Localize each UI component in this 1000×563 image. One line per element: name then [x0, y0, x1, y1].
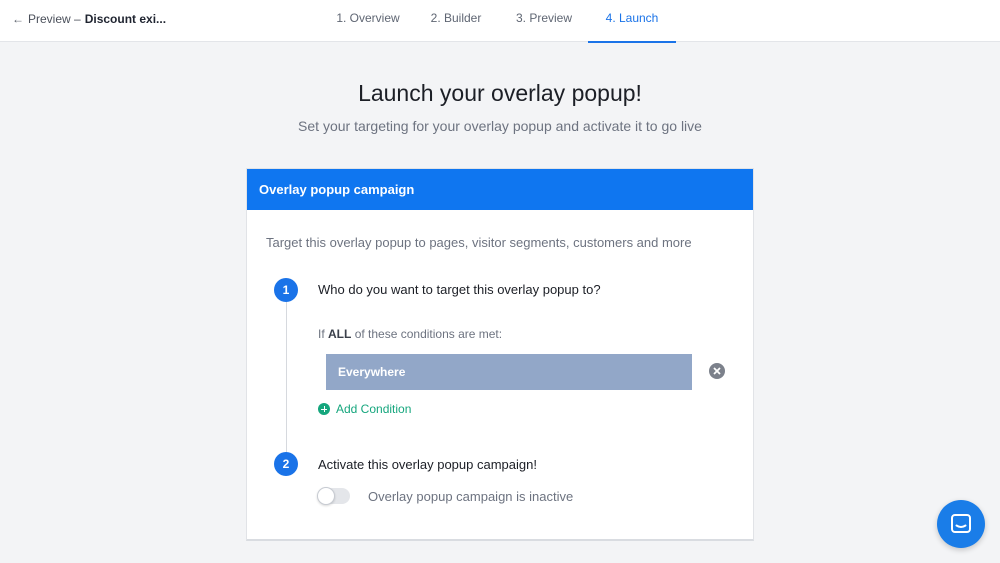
add-condition-label: Add Condition — [336, 402, 412, 416]
activate-toggle[interactable] — [317, 487, 350, 505]
card-header: Overlay popup campaign — [247, 169, 753, 210]
tab-launch[interactable]: 4. Launch — [588, 0, 676, 43]
timeline-line — [286, 301, 287, 459]
add-condition-button[interactable]: Add Condition — [318, 402, 411, 416]
top-bar: ← Preview – Discount exi... 1. Overview … — [0, 0, 1000, 43]
tab-builder[interactable]: 2. Builder — [424, 0, 488, 42]
toggle-status-label: Overlay popup campaign is inactive — [368, 489, 574, 504]
tab-preview[interactable]: 3. Preview — [509, 0, 579, 42]
step-1-title: Who do you want to target this overlay p… — [318, 282, 601, 297]
condition-label: If ALL of these conditions are met: — [318, 327, 503, 341]
chat-icon — [951, 514, 971, 533]
remove-condition-icon[interactable] — [709, 363, 725, 379]
toggle-knob — [317, 487, 335, 505]
step-1-badge: 1 — [274, 278, 298, 302]
plus-circle-icon — [318, 403, 330, 415]
tab-overview[interactable]: 1. Overview — [330, 0, 406, 42]
step-2-title: Activate this overlay popup campaign! — [318, 457, 537, 472]
chat-launcher-button[interactable] — [937, 500, 985, 548]
step-2-badge: 2 — [274, 452, 298, 476]
page-subtitle: Set your targeting for your overlay popu… — [298, 118, 702, 134]
page-title: Launch your overlay popup! — [358, 80, 642, 106]
campaign-card: Overlay popup campaign Target this overl… — [246, 168, 754, 541]
card-description: Target this overlay popup to pages, visi… — [266, 235, 692, 250]
condition-everywhere[interactable]: Everywhere — [326, 354, 692, 390]
wizard-steps: 1. Overview 2. Builder 3. Preview 4. Lau… — [0, 0, 1000, 43]
